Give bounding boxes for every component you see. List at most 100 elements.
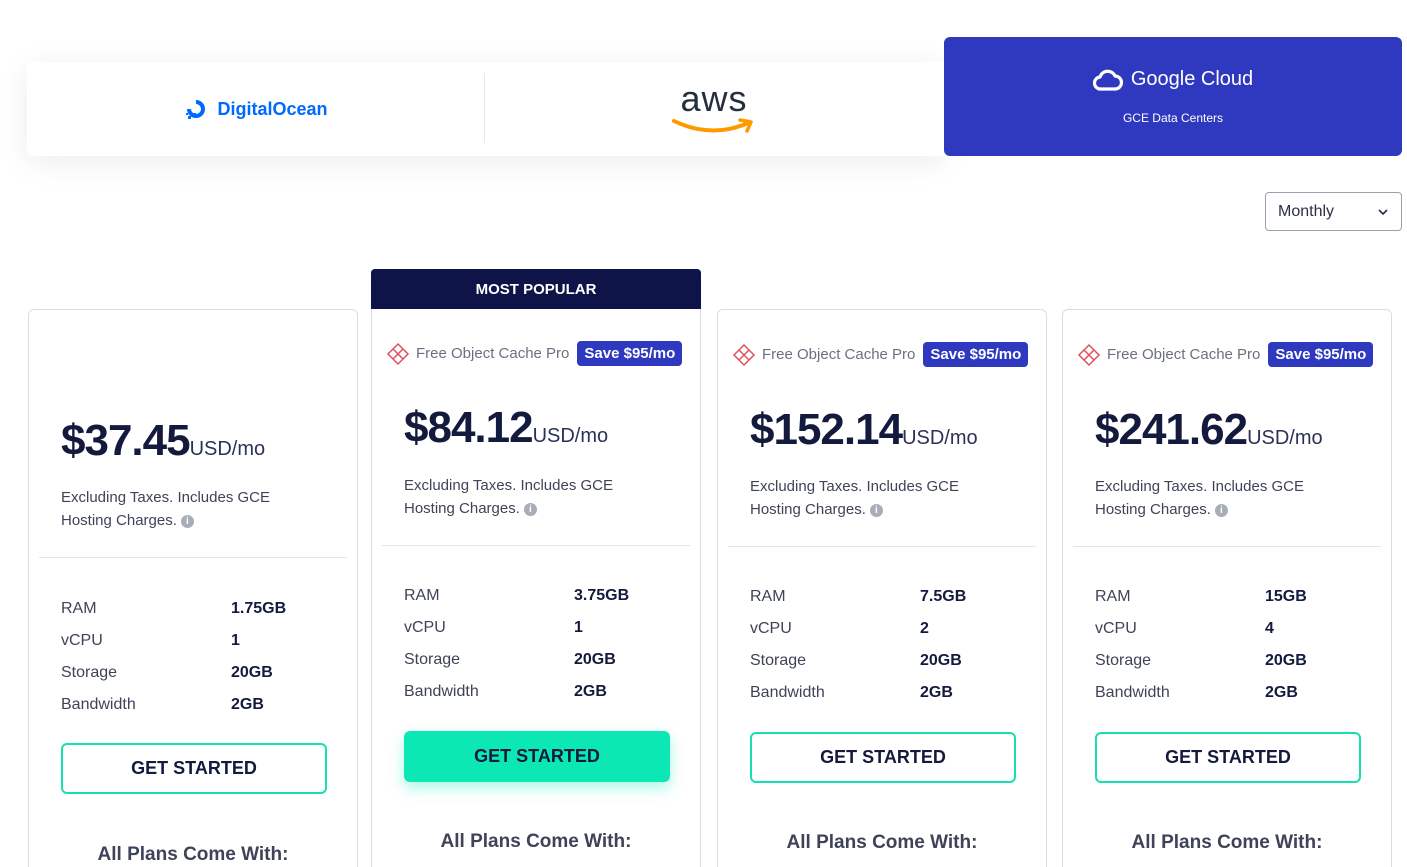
save-badge: Save $95/mo	[577, 341, 683, 366]
spec-value: 1.75GB	[231, 600, 287, 617]
price-amount: $241.62	[1095, 405, 1248, 454]
google-cloud-icon	[1092, 69, 1123, 91]
price-note: Excluding Taxes. Includes GCE Hosting Ch…	[61, 486, 301, 532]
spec-value: 2GB	[574, 683, 607, 700]
price-unit: USD/mo	[902, 427, 978, 449]
spec-row-storage: Storage 20GB	[61, 657, 341, 689]
plan-price: $241.62 USD/mo	[1095, 405, 1323, 455]
redis-diamond-icon	[1077, 343, 1101, 366]
spec-value: 15GB	[1265, 588, 1307, 605]
plan-card: Free Object Cache Pro Save $95/mo $152.1…	[717, 309, 1047, 867]
spec-label: Bandwidth	[1095, 684, 1170, 701]
spec-row-bandwidth: Bandwidth 2GB	[404, 676, 684, 708]
plan-price: $84.12 USD/mo	[404, 403, 608, 453]
provider-tab-digitalocean[interactable]: DigitalOcean	[27, 62, 484, 156]
spec-label: RAM	[61, 600, 97, 617]
plan-card: Free Object Cache Pro Save $95/mo $241.6…	[1062, 309, 1392, 867]
spec-value: 2GB	[231, 696, 264, 713]
provider-tab-aws[interactable]: aws	[484, 62, 944, 156]
promo-row: Free Object Cache Pro Save $95/mo	[1077, 342, 1374, 367]
spec-value: 2	[920, 620, 929, 637]
spec-row-bandwidth: Bandwidth 2GB	[1095, 677, 1375, 709]
price-note-text: Excluding Taxes. Includes GCE Hosting Ch…	[1095, 478, 1304, 518]
spec-label: Bandwidth	[750, 684, 825, 701]
spec-row-vcpu: vCPU 1	[61, 625, 341, 657]
spec-row-ram: RAM 1.75GB	[61, 593, 341, 625]
price-note-text: Excluding Taxes. Includes GCE Hosting Ch…	[61, 489, 270, 529]
spec-value: 4	[1265, 620, 1274, 637]
info-icon[interactable]: i	[523, 502, 537, 516]
spec-label: RAM	[404, 587, 440, 604]
spec-value: 20GB	[574, 651, 616, 668]
billing-period-select[interactable]: Monthly	[1265, 192, 1402, 231]
digitalocean-logo: DigitalOcean	[183, 96, 328, 122]
info-icon[interactable]: i	[180, 514, 194, 528]
spec-row-bandwidth: Bandwidth 2GB	[750, 677, 1030, 709]
info-icon[interactable]: i	[869, 503, 883, 517]
promo-row: Free Object Cache Pro Save $95/mo	[732, 342, 1029, 367]
aws-smile-icon	[672, 118, 753, 133]
all-plans-heading: All Plans Come With:	[440, 831, 632, 852]
get-started-button[interactable]: GET STARTED	[404, 731, 670, 782]
price-unit: USD/mo	[1247, 427, 1323, 449]
spec-value: 3.75GB	[574, 587, 630, 604]
spec-value: 20GB	[231, 664, 273, 681]
get-started-button[interactable]: GET STARTED	[61, 743, 327, 794]
spec-row-ram: RAM 3.75GB	[404, 580, 684, 612]
spec-label: vCPU	[750, 620, 792, 637]
spec-row-storage: Storage 20GB	[1095, 645, 1375, 677]
promo-row: Free Object Cache Pro Save $95/mo	[386, 341, 683, 366]
plan-price: $37.45 USD/mo	[61, 416, 265, 466]
plan-card: $37.45 USD/mo Excluding Taxes. Includes …	[28, 309, 358, 867]
price-amount: $152.14	[750, 405, 903, 454]
plan-specs: RAM 3.75GB vCPU 1 Storage 20GB Bandwidth 2GB	[404, 580, 684, 708]
divider	[382, 545, 690, 546]
provider-selector: DigitalOcean aws	[27, 62, 944, 156]
most-popular-banner: MOST POPULAR	[371, 269, 701, 309]
spec-row-storage: Storage 20GB	[750, 645, 1030, 677]
spec-value: 1	[231, 632, 240, 649]
spec-value: 7.5GB	[920, 588, 967, 605]
digitalocean-label: DigitalOcean	[217, 98, 328, 119]
get-started-button[interactable]: GET STARTED	[750, 732, 1016, 783]
digitalocean-icon	[186, 100, 206, 119]
plan-card-popular: Free Object Cache Pro Save $95/mo $84.12…	[371, 309, 701, 867]
spec-row-vcpu: vCPU 1	[404, 612, 684, 644]
spec-row-ram: RAM 7.5GB	[750, 581, 1030, 613]
spec-label: Storage	[1095, 652, 1152, 669]
billing-period-value: Monthly	[1278, 202, 1335, 220]
plan-specs: RAM 1.75GB vCPU 1 Storage 20GB Bandwidth 2GB	[61, 593, 341, 721]
divider	[728, 546, 1036, 547]
get-started-button[interactable]: GET STARTED	[1095, 732, 1361, 783]
spec-row-vcpu: vCPU 2	[750, 613, 1030, 645]
all-plans-heading: All Plans Come With:	[1131, 832, 1323, 853]
spec-value: 2GB	[1265, 684, 1298, 701]
spec-row-ram: RAM 15GB	[1095, 581, 1375, 613]
spec-label: vCPU	[61, 632, 103, 649]
spec-label: Bandwidth	[404, 683, 479, 700]
spec-label: Storage	[404, 651, 461, 668]
divider	[1073, 546, 1381, 547]
redis-diamond-icon	[386, 342, 410, 365]
spec-label: RAM	[750, 588, 786, 605]
save-badge: Save $95/mo	[923, 342, 1029, 367]
spec-value: 1	[574, 619, 583, 636]
price-unit: USD/mo	[532, 425, 609, 447]
spec-label: Bandwidth	[61, 696, 136, 713]
spec-value: 2GB	[920, 684, 953, 701]
google-cloud-logo: Google Cloud	[1092, 68, 1254, 91]
price-unit: USD/mo	[189, 438, 266, 460]
promo-text: Free Object Cache Pro	[416, 345, 570, 362]
plan-specs: RAM 15GB vCPU 4 Storage 20GB Bandwidth 2GB	[1095, 581, 1375, 709]
promo-text: Free Object Cache Pro	[1107, 346, 1261, 363]
spec-row-bandwidth: Bandwidth 2GB	[61, 689, 341, 721]
aws-label: aws	[680, 78, 748, 119]
spec-value: 20GB	[1265, 652, 1307, 669]
promo-text: Free Object Cache Pro	[762, 346, 916, 363]
spec-label: vCPU	[1095, 620, 1137, 637]
price-note-text: Excluding Taxes. Includes GCE Hosting Ch…	[750, 478, 959, 518]
google-cloud-label: Google Cloud	[1130, 68, 1254, 90]
info-icon[interactable]: i	[1214, 503, 1228, 517]
provider-tab-google-cloud[interactable]: Google Cloud GCE Data Centers	[944, 37, 1402, 156]
spec-row-vcpu: vCPU 4	[1095, 613, 1375, 645]
